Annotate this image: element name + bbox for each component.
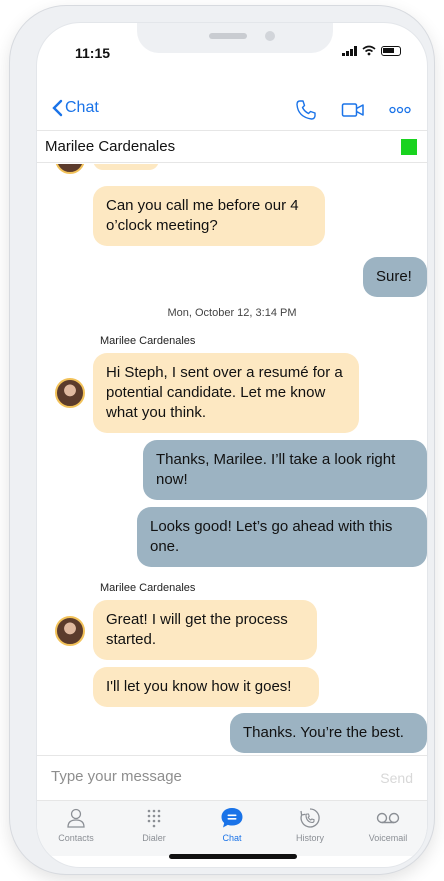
nav-actions: [295, 99, 411, 121]
composer: Send: [37, 755, 427, 799]
status-icons: [342, 45, 401, 56]
message-list[interactable]: Can you call me before our 4 o’clock mee…: [37, 164, 427, 754]
message-bubble-incoming: Hi Steph, I sent over a resumé for a pot…: [93, 353, 359, 433]
contacts-icon: [67, 808, 85, 828]
message-bubble-incoming: Can you call me before our 4 o’clock mee…: [93, 186, 325, 246]
message-bubble-partial: [93, 164, 159, 170]
sender-name: Marilee Cardenales: [100, 335, 196, 347]
nav-bar: Chat: [37, 91, 427, 131]
tab-label: History: [295, 833, 324, 843]
tab-voicemail[interactable]: Voicemail: [349, 801, 427, 856]
tab-history[interactable]: History: [271, 801, 349, 856]
message-input[interactable]: [51, 768, 351, 785]
tab-contacts[interactable]: Contacts: [37, 801, 115, 856]
message-bubble-outgoing: Thanks. You’re the best.: [230, 713, 427, 753]
phone-frame: 11:15 Chat Marilee Cardenales Can you ca…: [10, 6, 434, 874]
chevron-left-icon: [52, 99, 63, 117]
dialer-icon: [147, 809, 161, 828]
message-bubble-outgoing: Sure!: [363, 257, 427, 297]
voicemail-icon: [376, 812, 400, 824]
chat-icon: [221, 808, 243, 828]
signal-icon: [342, 45, 357, 56]
back-label: Chat: [65, 99, 99, 116]
contact-name: Marilee Cardenales: [45, 138, 176, 155]
history-icon: [300, 808, 320, 828]
avatar: [55, 378, 85, 408]
tab-label: Contacts: [58, 833, 94, 843]
status-time: 11:15: [75, 45, 111, 61]
tab-label: Voicemail: [368, 833, 408, 843]
tab-chat[interactable]: Chat: [193, 801, 271, 856]
home-indicator[interactable]: [169, 854, 297, 859]
notch: [137, 23, 333, 53]
tab-label: Chat: [222, 833, 242, 843]
tab-bar: Contacts Dialer Chat History Voicemail: [37, 800, 427, 856]
screen: 11:15 Chat Marilee Cardenales Can you ca…: [36, 22, 428, 868]
sender-name: Marilee Cardenales: [100, 582, 196, 594]
avatar: [55, 616, 85, 646]
avatar: [55, 164, 85, 174]
message-bubble-incoming: I'll let you know how it goes!: [93, 667, 319, 707]
front-camera: [265, 31, 275, 41]
video-call-icon[interactable]: [341, 101, 365, 119]
send-button[interactable]: Send: [380, 770, 413, 786]
tab-label: Dialer: [142, 833, 166, 843]
speaker: [209, 33, 247, 39]
more-options-icon[interactable]: [389, 106, 411, 114]
presence-indicator: [401, 139, 417, 155]
message-bubble-outgoing: Looks good! Let’s go ahead with this one…: [137, 507, 427, 567]
date-separator: Mon, October 12, 3:14 PM: [167, 307, 297, 319]
phone-call-icon[interactable]: [295, 99, 317, 121]
message-bubble-outgoing: Thanks, Marilee. I’ll take a look right …: [143, 440, 427, 500]
battery-icon: [381, 45, 401, 56]
contact-header: Marilee Cardenales: [37, 133, 427, 163]
wifi-icon: [362, 45, 376, 56]
tab-dialer[interactable]: Dialer: [115, 801, 193, 856]
back-button[interactable]: Chat: [51, 99, 99, 117]
message-bubble-incoming: Great! I will get the process started.: [93, 600, 317, 660]
